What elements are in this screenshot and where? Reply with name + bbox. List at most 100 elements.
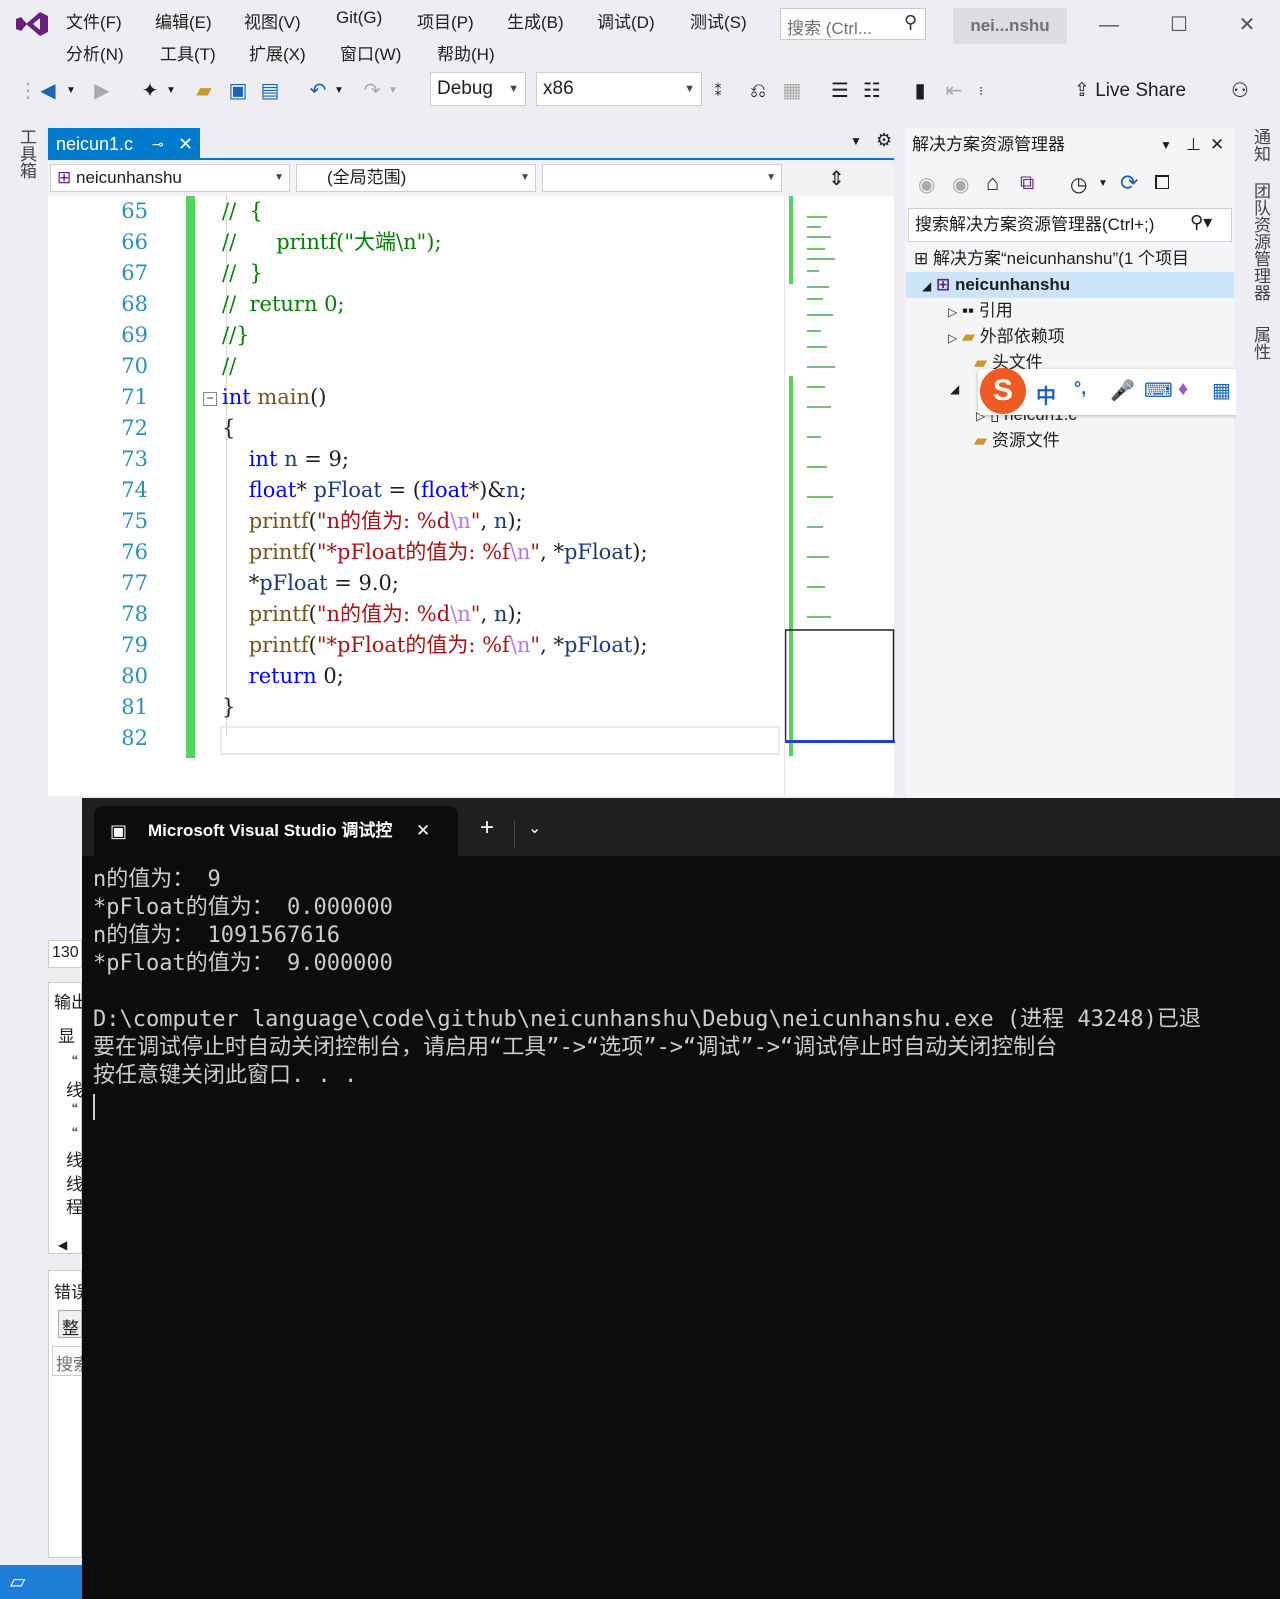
pending-dropdown-icon[interactable]: ▼: [1098, 178, 1108, 189]
undo-dropdown-icon[interactable]: ▼: [332, 74, 346, 108]
breakpoint-window-icon[interactable]: ▦: [778, 74, 806, 108]
editor-tab-neicun1[interactable]: neicun1.c ⊸ ✕: [48, 128, 200, 160]
code-line-70: //: [222, 354, 237, 378]
code-line-67: // }: [222, 261, 263, 285]
previous-bookmark-icon[interactable]: ⇤: [940, 74, 968, 108]
scroll-left-icon[interactable]: ◀: [58, 1238, 67, 1252]
se-back-icon[interactable]: ◉: [918, 172, 935, 197]
global-search-input[interactable]: 搜索 (Ctrl... ⚲: [780, 8, 926, 40]
menu-git[interactable]: Git(G): [336, 8, 382, 28]
collapse-all-icon[interactable]: ⧠: [1154, 172, 1170, 195]
toolbar-options-icon[interactable]: ⁝: [974, 74, 988, 108]
comment-lines-icon[interactable]: ☰: [826, 74, 854, 108]
code-line-74: float* pFloat = (float*)&n;: [248, 478, 527, 502]
microphone-icon[interactable]: 🎤: [1110, 378, 1135, 403]
forward-icon[interactable]: ▶: [88, 74, 116, 108]
menu-extensions[interactable]: 扩展(X): [249, 40, 306, 65]
uncomment-lines-icon[interactable]: ☷: [858, 74, 886, 108]
tab-list-dropdown-icon[interactable]: ▼: [850, 134, 862, 148]
menu-edit[interactable]: 编辑(E): [155, 8, 212, 33]
se-forward-icon[interactable]: ◉: [952, 172, 969, 197]
minimap-code-lines: [807, 216, 835, 618]
scope-nav-select[interactable]: (全局范围) ▼: [296, 164, 536, 192]
sogou-logo-icon[interactable]: S: [980, 368, 1026, 414]
menu-view[interactable]: 视图(V): [244, 8, 301, 33]
tree-project[interactable]: ◢ ⊞ neicunhanshu: [922, 272, 1070, 298]
ime-punctuation-toggle[interactable]: °,: [1074, 378, 1086, 399]
menu-file[interactable]: 文件(F): [66, 8, 122, 33]
step-icon[interactable]: ⎌: [744, 74, 772, 108]
tree-resource-files[interactable]: ▰ 资源文件: [974, 428, 1060, 454]
feedback-icon[interactable]: ⚇: [1226, 74, 1254, 108]
close-tab-icon[interactable]: ✕: [178, 128, 193, 160]
menu-help[interactable]: 帮助(H): [437, 40, 495, 65]
minimize-icon[interactable]: —: [1086, 8, 1132, 42]
redo-dropdown-icon[interactable]: ▼: [386, 74, 400, 108]
console-tab[interactable]: ▣ Microsoft Visual Studio 调试控 ✕: [94, 806, 458, 856]
switch-views-icon[interactable]: ⧉: [1020, 172, 1034, 195]
menu-project[interactable]: 项目(P): [417, 8, 474, 33]
code-minimap[interactable]: [784, 196, 895, 796]
menu-test[interactable]: 测试(S): [690, 8, 747, 33]
folder-icon: ▰: [974, 431, 988, 450]
bookmark-icon[interactable]: ▮: [906, 74, 934, 108]
split-editor-icon[interactable]: ⇕: [828, 166, 845, 191]
platform-select[interactable]: x86 ▼: [536, 72, 702, 106]
console-line: 按任意键关闭此窗口. . .: [93, 1063, 358, 1088]
undo-icon[interactable]: ↶: [304, 74, 332, 108]
toolbox-tab[interactable]: 工具箱: [14, 128, 39, 179]
settings-gear-icon[interactable]: ⚙: [876, 130, 892, 151]
sync-icon[interactable]: ⟳: [1120, 170, 1138, 196]
tab-dropdown-icon[interactable]: ⌄: [528, 818, 541, 838]
home-icon[interactable]: ⌂: [986, 170, 999, 196]
skin-icon[interactable]: ♦: [1178, 378, 1188, 401]
solution-name-badge[interactable]: nei...nshu: [953, 8, 1067, 44]
pending-changes-icon[interactable]: ◷: [1070, 172, 1087, 197]
toolbar-overflow-icon[interactable]: ⁑: [708, 74, 728, 108]
menu-debug[interactable]: 调试(D): [597, 8, 655, 33]
redo-icon[interactable]: ↷: [358, 74, 386, 108]
close-console-tab-icon[interactable]: ✕: [416, 806, 430, 856]
team-explorer-tab[interactable]: 团队资源管理器: [1248, 182, 1273, 301]
panel-menu-dropdown-icon[interactable]: ▼: [1160, 130, 1172, 160]
keyboard-icon[interactable]: ⌨: [1144, 378, 1173, 403]
console-line: 要在调试停止时自动关闭控制台，请启用“工具”->“选项”->“调试”->“调试停…: [93, 1035, 1058, 1060]
tree-solution[interactable]: ⊞ 解决方案“neicunhanshu”(1 个项目: [914, 246, 1189, 272]
menu-tools[interactable]: 工具(T): [160, 40, 216, 65]
live-share-button[interactable]: ⇪ Live Share: [1074, 74, 1204, 108]
menu-window[interactable]: 窗口(W): [340, 40, 401, 65]
back-icon[interactable]: ◀: [34, 74, 62, 108]
new-item-icon[interactable]: ✦: [136, 74, 164, 108]
menu-analyze[interactable]: 分析(N): [66, 40, 124, 65]
notifications-tab[interactable]: 通知: [1248, 128, 1273, 162]
minimap-viewport[interactable]: [784, 629, 895, 743]
configuration-select[interactable]: Debug ▼: [430, 72, 526, 106]
close-panel-icon[interactable]: ✕: [1210, 130, 1224, 160]
line-number: 71: [121, 385, 148, 409]
back-dropdown-icon[interactable]: ▼: [64, 74, 78, 108]
toolbar-grip[interactable]: ⋮: [18, 74, 38, 108]
toolbox-grid-icon[interactable]: ▦: [1212, 378, 1231, 403]
close-window-icon[interactable]: ✕: [1224, 8, 1270, 42]
desktop-icon[interactable]: ▱: [10, 1569, 25, 1594]
pin-icon[interactable]: ⊸: [152, 128, 164, 160]
project-nav-select[interactable]: ⊞ neicunhanshu ▼: [50, 164, 290, 192]
maximize-icon[interactable]: ☐: [1156, 8, 1202, 42]
collapse-icon[interactable]: −: [203, 392, 217, 406]
open-folder-icon[interactable]: ▰: [190, 74, 218, 108]
solution-search-input[interactable]: 搜索解决方案资源管理器(Ctrl+;): [908, 208, 1232, 242]
properties-tab[interactable]: 属性: [1248, 326, 1273, 360]
new-tab-icon[interactable]: +: [480, 814, 494, 842]
ime-language-toggle[interactable]: 中: [1036, 380, 1056, 409]
member-nav-select[interactable]: ▼: [542, 164, 782, 192]
output-text-4: “: [72, 1124, 78, 1143]
tree-external-deps[interactable]: ▷ ▰ 外部依赖项: [948, 324, 1065, 350]
global-search-placeholder: 搜索 (Ctrl...: [787, 19, 872, 38]
menu-build[interactable]: 生成(B): [507, 8, 564, 33]
save-icon[interactable]: ▣: [224, 74, 252, 108]
tree-references[interactable]: ▷ ▪▪ 引用: [948, 298, 1013, 324]
pin-panel-icon[interactable]: ⊥: [1186, 130, 1201, 160]
source-files-expand-icon[interactable]: ◢: [950, 376, 959, 402]
save-all-icon[interactable]: ▤: [256, 74, 284, 108]
new-dropdown-icon[interactable]: ▼: [164, 74, 178, 108]
